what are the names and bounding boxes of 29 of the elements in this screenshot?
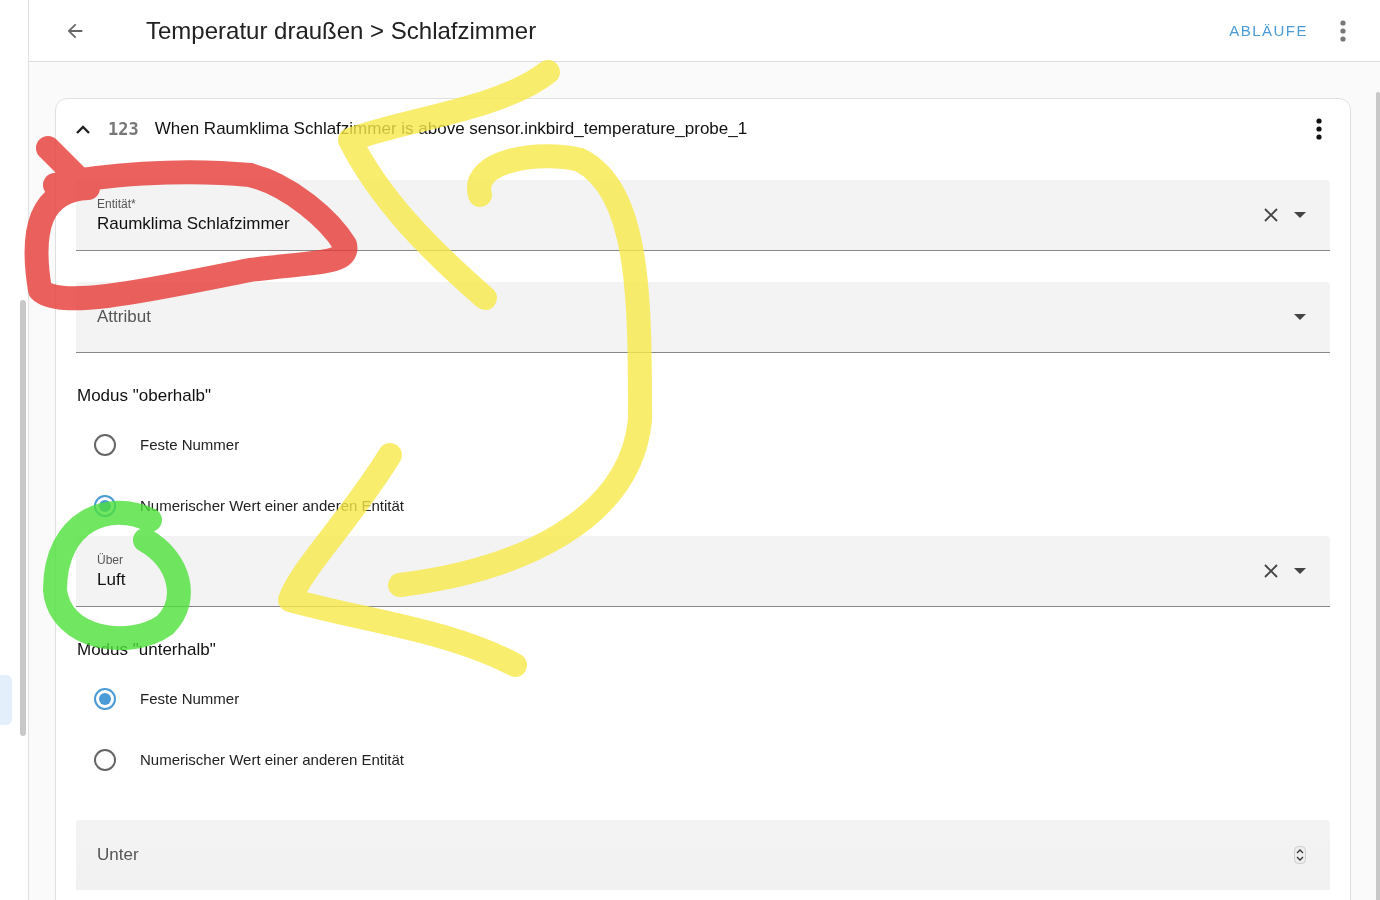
more-icon[interactable]	[1316, 118, 1322, 140]
page-title: Temperatur draußen > Schlafzimmer	[146, 16, 538, 45]
clear-icon[interactable]	[1264, 564, 1278, 578]
caret-icon[interactable]	[1294, 212, 1306, 218]
select-field[interactable]: Unter	[76, 820, 1330, 890]
radio-label: Feste Nummer	[140, 436, 240, 453]
clear-icon[interactable]	[1264, 208, 1278, 222]
field-value: Raumklima Schlafzimmer	[97, 213, 291, 234]
radio-button[interactable]	[94, 748, 116, 771]
caret-icon[interactable]	[1294, 568, 1306, 574]
number-icon: 123	[108, 119, 139, 139]
field-placeholder: Unter	[97, 845, 140, 865]
field-label: Über	[97, 552, 124, 567]
select-field[interactable]: Entität* Raumklima Schlafzimmer	[76, 180, 1330, 251]
select-field[interactable]: Über Luft	[76, 536, 1330, 607]
radio-button[interactable]	[94, 433, 116, 456]
radio-button[interactable]	[94, 687, 116, 710]
radio-label: Feste Nummer	[140, 690, 240, 707]
scrollbar[interactable]	[20, 300, 26, 736]
chevron-icon[interactable]	[76, 124, 90, 134]
caret-icon[interactable]	[1294, 314, 1306, 320]
field-value: Luft	[97, 569, 127, 590]
group-title: Modus "oberhalb"	[77, 386, 212, 406]
radio-label: Numerischer Wert einer anderen Entität	[140, 751, 404, 768]
field-label: Entität*	[97, 196, 137, 211]
field-placeholder: Attribut	[97, 307, 152, 327]
spinner-icon[interactable]	[1294, 846, 1306, 864]
select-field[interactable]: Attribut	[76, 282, 1330, 353]
scrollbar[interactable]	[1376, 92, 1380, 900]
